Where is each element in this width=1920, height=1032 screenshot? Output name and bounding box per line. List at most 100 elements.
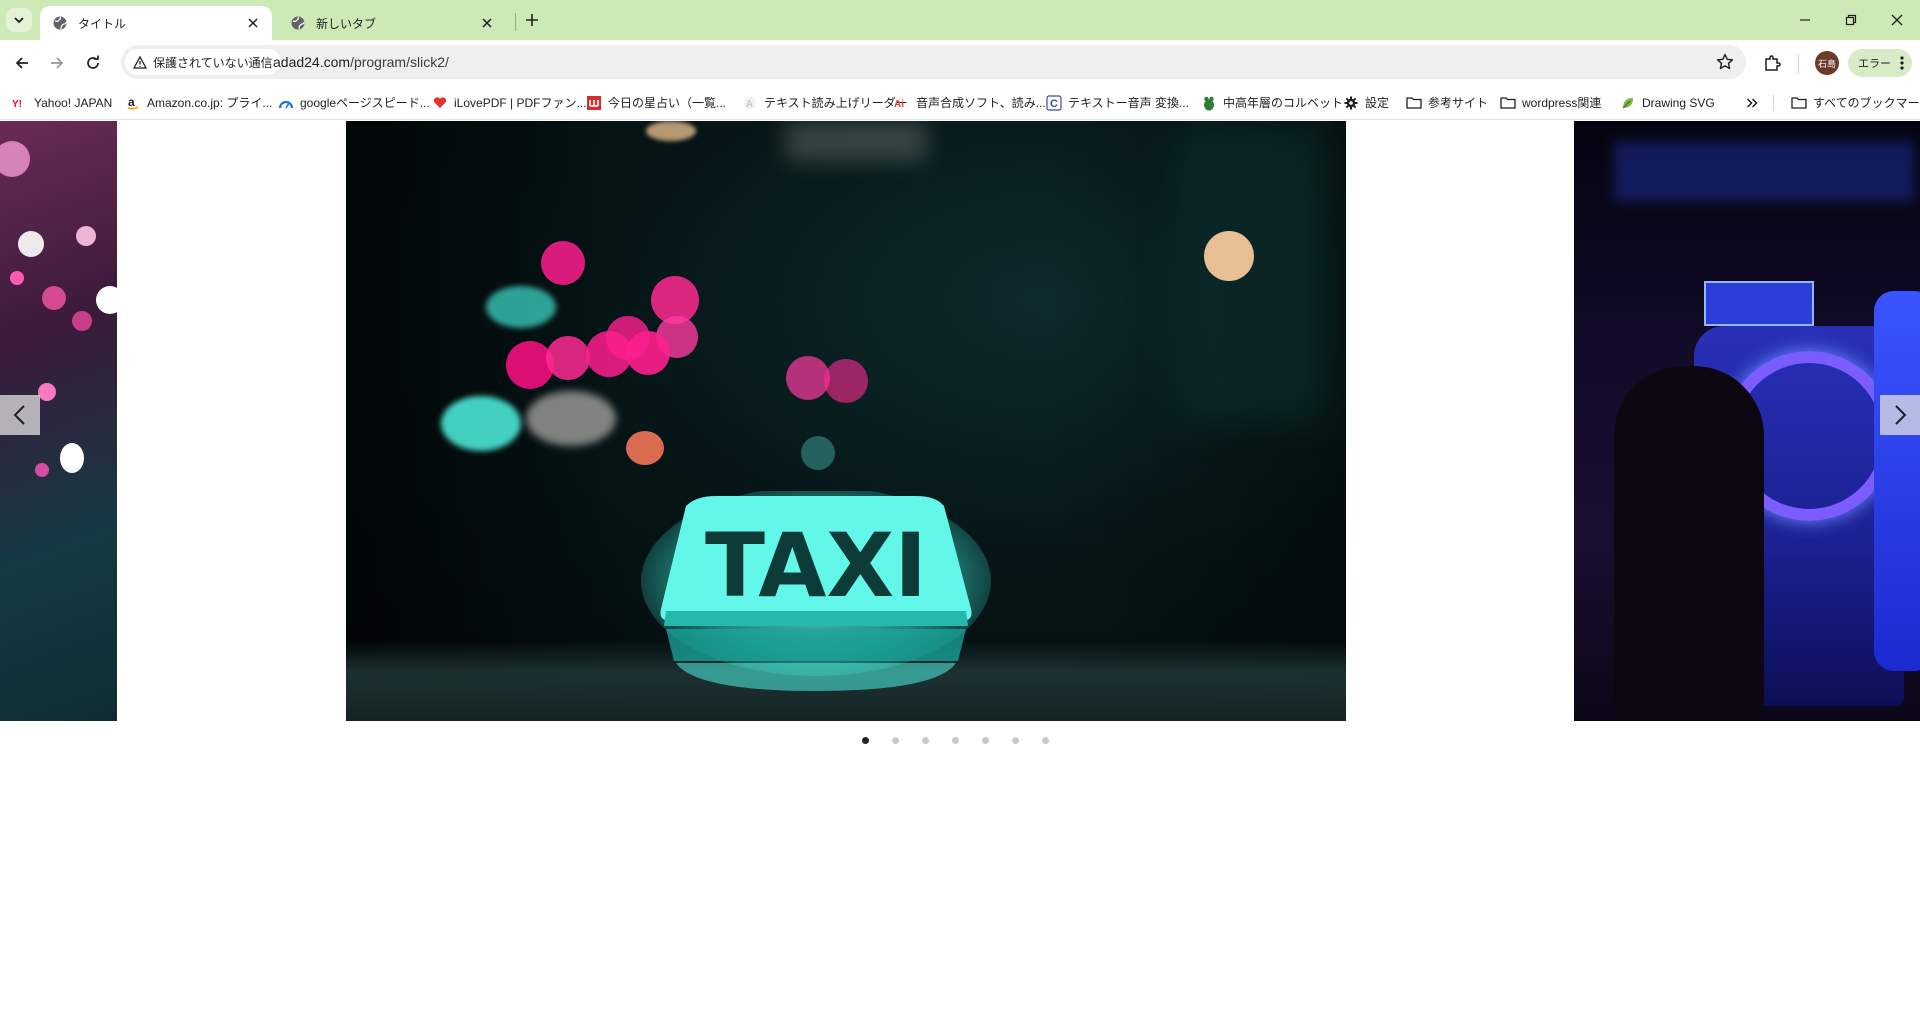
folder-icon — [1791, 95, 1807, 111]
person-silhouette — [1614, 366, 1764, 721]
bookmark-text-to-speech[interactable]: C テキストー音声 変換... — [1046, 86, 1189, 119]
plus-icon — [526, 14, 538, 26]
bokeh-light — [626, 331, 670, 375]
slider-dot[interactable] — [892, 737, 899, 744]
taxi-sign: TAXI — [641, 491, 991, 691]
slider-dot[interactable] — [922, 737, 929, 744]
tab-new-tab[interactable]: 新しいタブ — [278, 6, 506, 40]
browser-toolbar: 保護されていない通信 adad24.com/program/slick2/ 石島… — [0, 40, 1920, 86]
close-icon — [1891, 14, 1903, 26]
horoscope-icon — [586, 95, 602, 111]
address-bar[interactable]: 保護されていない通信 adad24.com/program/slick2/ — [121, 45, 1746, 79]
bokeh-light — [801, 436, 835, 470]
bookmark-settings[interactable]: 設定 — [1343, 86, 1389, 119]
bookmark-label: すべてのブックマーク — [1813, 96, 1920, 110]
slider-dot[interactable] — [952, 737, 959, 744]
url-text[interactable]: adad24.com/program/slick2/ — [273, 54, 449, 70]
slider-dot[interactable] — [1042, 737, 1049, 744]
reload-button[interactable] — [79, 49, 107, 77]
slide-next — [1574, 121, 1920, 721]
slider-prev-button[interactable] — [0, 395, 40, 435]
bookmark-voice-synth[interactable]: Ai 音声合成ソフト、読み... — [894, 86, 1046, 119]
bokeh-light — [38, 383, 56, 401]
security-indicator[interactable]: 保護されていない通信 — [125, 49, 281, 75]
leaf-icon — [1620, 95, 1636, 111]
bookmark-horoscope[interactable]: 今日の星占い（一覧... — [586, 86, 726, 119]
bookmark-corvette[interactable]: 中高年層のコルベット — [1201, 86, 1343, 119]
bookmarks-overflow-button[interactable] — [1744, 86, 1766, 119]
ai-voice-icon: Ai — [894, 95, 910, 111]
bookmark-label: Yahoo! JAPAN — [34, 95, 113, 110]
tab-search-button[interactable] — [6, 8, 32, 32]
tts-icon: A — [742, 95, 758, 111]
close-icon[interactable] — [244, 14, 262, 32]
folder-icon — [1500, 95, 1516, 111]
bookmark-tts-reader[interactable]: A テキスト読み上げリーダー — [742, 86, 908, 119]
text-to-speech-icon: C — [1046, 94, 1062, 111]
bookmark-label: 今日の星占い（一覧... — [608, 96, 727, 110]
slider-dot[interactable] — [862, 737, 869, 744]
new-tab-button[interactable] — [520, 8, 544, 32]
bookmark-amazon[interactable]: a Amazon.co.jp: プライ... — [125, 86, 272, 119]
bookmark-folder-wordpress[interactable]: wordpress関連 — [1500, 86, 1601, 119]
tab-divider — [515, 13, 516, 31]
more-vert-icon[interactable] — [1900, 55, 1904, 71]
slider-next-button[interactable] — [1880, 395, 1920, 435]
amazon-icon: a — [125, 95, 141, 111]
bookmark-ilovepdf[interactable]: iLovePDF | PDFファン... — [432, 86, 586, 119]
frog-icon — [1201, 95, 1217, 111]
bokeh-light — [486, 286, 556, 328]
bookmark-label: googleページスピード... — [300, 96, 430, 110]
bookmark-drawing-svg[interactable]: Drawing SVG — [1620, 86, 1715, 119]
bokeh-light — [441, 396, 521, 451]
restore-button[interactable] — [1836, 8, 1866, 32]
bookmark-label: 音声合成ソフト、読み... — [916, 96, 1046, 110]
close-window-button[interactable] — [1882, 8, 1912, 32]
chevron-down-icon — [14, 17, 24, 24]
star-icon[interactable] — [1716, 53, 1734, 71]
svg-text:C: C — [1050, 98, 1058, 110]
minimize-button[interactable] — [1790, 8, 1820, 32]
bokeh-light — [18, 231, 44, 257]
reload-icon — [87, 55, 99, 69]
avatar[interactable]: 石島 — [1815, 51, 1839, 75]
bokeh-light — [0, 141, 30, 177]
forward-button[interactable] — [43, 49, 71, 77]
profile-error-button[interactable]: エラー — [1848, 49, 1912, 77]
bookmark-label: 参考サイト — [1428, 96, 1489, 110]
gear-icon — [1343, 95, 1359, 111]
svg-text:a: a — [128, 96, 135, 109]
bokeh-light — [526, 391, 616, 446]
security-label: 保護されていない通信 — [153, 55, 273, 70]
slider-dot[interactable] — [1012, 737, 1019, 744]
chevron-left-icon — [13, 405, 25, 425]
svg-text:Ai: Ai — [894, 99, 904, 109]
error-label: エラー — [1858, 58, 1891, 70]
bookmark-label: iLovePDF | PDFファン... — [454, 96, 587, 110]
slider-dot[interactable] — [982, 737, 989, 744]
bokeh-light — [76, 226, 96, 246]
arrow-left-icon — [15, 57, 28, 69]
url-host: adad24.com — [273, 54, 351, 70]
bookmark-label: wordpress関連 — [1522, 96, 1602, 110]
restore-icon — [1845, 14, 1857, 26]
bokeh-light — [10, 271, 24, 285]
all-bookmarks-folder[interactable]: すべてのブックマーク — [1791, 86, 1920, 119]
close-icon[interactable] — [478, 14, 496, 32]
bokeh-light — [824, 359, 868, 403]
bookmark-yahoo[interactable]: Y! Yahoo! JAPAN — [12, 86, 112, 119]
page-content: TAXI — [0, 120, 1920, 1032]
bokeh-light — [96, 286, 117, 314]
bookmark-pagespeed[interactable]: googleページスピード... — [278, 86, 430, 119]
bokeh-light — [42, 286, 66, 310]
svg-text:Y!: Y! — [12, 99, 22, 109]
taxi-sign-text: TAXI — [705, 514, 927, 617]
bookmarks-divider — [1773, 95, 1774, 111]
tab-title[interactable]: タイトル — [40, 6, 272, 40]
back-button[interactable] — [8, 49, 36, 77]
warning-icon — [133, 55, 147, 69]
bookmark-folder-reference[interactable]: 参考サイト — [1406, 86, 1488, 119]
extensions-button[interactable] — [1760, 51, 1784, 75]
bookmark-label: Drawing SVG — [1642, 95, 1715, 110]
tab-strip: タイトル 新しいタブ — [0, 0, 1920, 40]
